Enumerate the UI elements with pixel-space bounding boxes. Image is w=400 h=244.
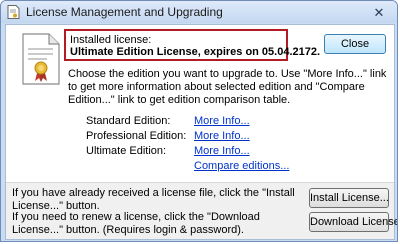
license-document-icon xyxy=(7,5,20,19)
installed-license-value: Ultimate Edition License, expires on 05.… xyxy=(70,46,321,58)
certificate-document-icon xyxy=(19,33,61,85)
edition-label-standard: Standard Edition: xyxy=(86,115,171,127)
close-icon[interactable]: ✕ xyxy=(367,4,391,21)
license-management-window: License Management and Upgrading ✕ Insta… xyxy=(0,0,398,242)
edition-row-ultimate: Ultimate Edition: More Info... xyxy=(86,145,386,158)
close-button[interactable]: Close xyxy=(324,34,386,54)
title-bar: License Management and Upgrading ✕ xyxy=(1,1,397,23)
edition-row-standard: Standard Edition: More Info... xyxy=(86,115,386,128)
installed-license-label: Installed license: xyxy=(70,34,152,46)
separator xyxy=(6,182,394,183)
window-title: License Management and Upgrading xyxy=(26,5,223,19)
edition-label-professional: Professional Edition: xyxy=(86,130,187,142)
edition-label-ultimate: Ultimate Edition: xyxy=(86,145,167,157)
install-license-button[interactable]: Install License... xyxy=(309,188,389,208)
installed-license-box: Installed license: Ultimate Edition Lice… xyxy=(64,29,321,61)
more-info-link-ultimate[interactable]: More Info... xyxy=(194,145,250,158)
compare-editions-link[interactable]: Compare editions... xyxy=(194,160,289,173)
edition-row-professional: Professional Edition: More Info... xyxy=(86,130,386,143)
download-license-button[interactable]: Download License... xyxy=(309,212,397,232)
more-info-link-standard[interactable]: More Info... xyxy=(194,115,250,128)
more-info-link-professional[interactable]: More Info... xyxy=(194,130,250,143)
upgrade-panel: Installed license: Ultimate Edition Lice… xyxy=(6,25,394,182)
install-instructions: If you have already received a license f… xyxy=(12,187,295,212)
edition-row-compare: Compare editions... xyxy=(86,160,386,173)
dialog-body: Installed license: Ultimate Edition Lice… xyxy=(5,24,397,240)
download-instructions: If you need to renew a license, click th… xyxy=(12,211,260,236)
upgrade-instructions: Choose the edition you want to upgrade t… xyxy=(68,68,387,106)
